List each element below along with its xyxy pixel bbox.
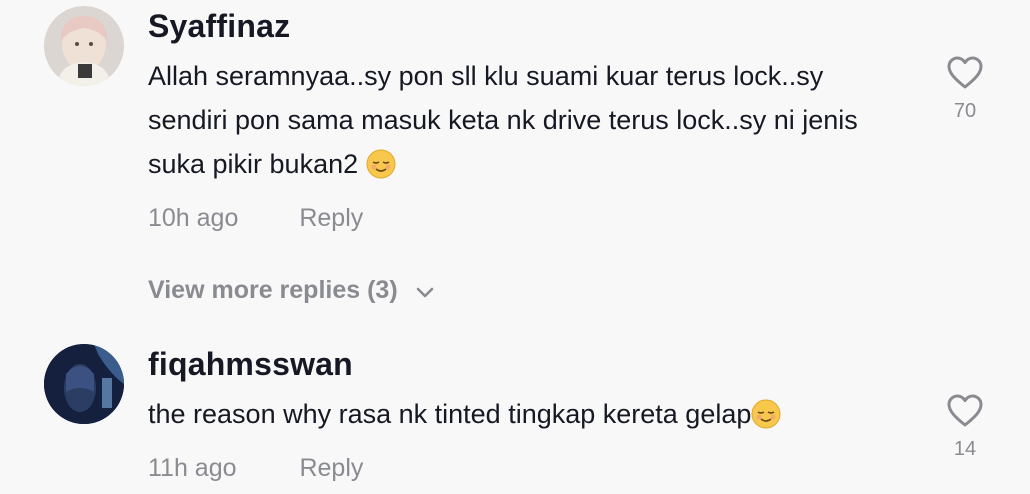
comment-meta: 10h ago Reply (148, 204, 363, 233)
view-more-replies-button[interactable]: View more replies (3) (148, 276, 435, 306)
reply-button[interactable]: Reply (299, 204, 363, 233)
reply-button[interactable]: Reply (299, 454, 363, 483)
comment-timestamp: 11h ago (148, 454, 237, 482)
relieved-face-emoji (751, 398, 781, 429)
relieved-face-emoji (366, 148, 396, 179)
view-more-replies-label: View more replies (3) (148, 276, 398, 304)
avatar[interactable] (44, 6, 124, 86)
like-button[interactable]: 14 (940, 394, 990, 461)
comment-username[interactable]: fiqahmsswan (148, 346, 353, 383)
comment-timestamp: 10h ago (148, 204, 239, 232)
heart-icon (947, 394, 983, 427)
comment-username[interactable]: Syaffinaz (148, 8, 290, 45)
like-button[interactable]: 70 (940, 56, 990, 123)
comment-meta: 11h ago Reply (148, 454, 363, 483)
avatar[interactable] (44, 344, 124, 424)
comment-text-body: Allah seramnyaa..sy pon sll klu suami ku… (148, 61, 858, 179)
chevron-down-icon (415, 277, 435, 306)
comment-text: the reason why rasa nk tinted tingkap ke… (148, 392, 908, 436)
comment-text: Allah seramnyaa..sy pon sll klu suami ku… (148, 54, 908, 186)
like-count: 14 (953, 438, 977, 460)
comment-text-body: the reason why rasa nk tinted tingkap ke… (148, 399, 752, 429)
heart-icon (947, 56, 983, 89)
like-count: 70 (953, 100, 977, 122)
